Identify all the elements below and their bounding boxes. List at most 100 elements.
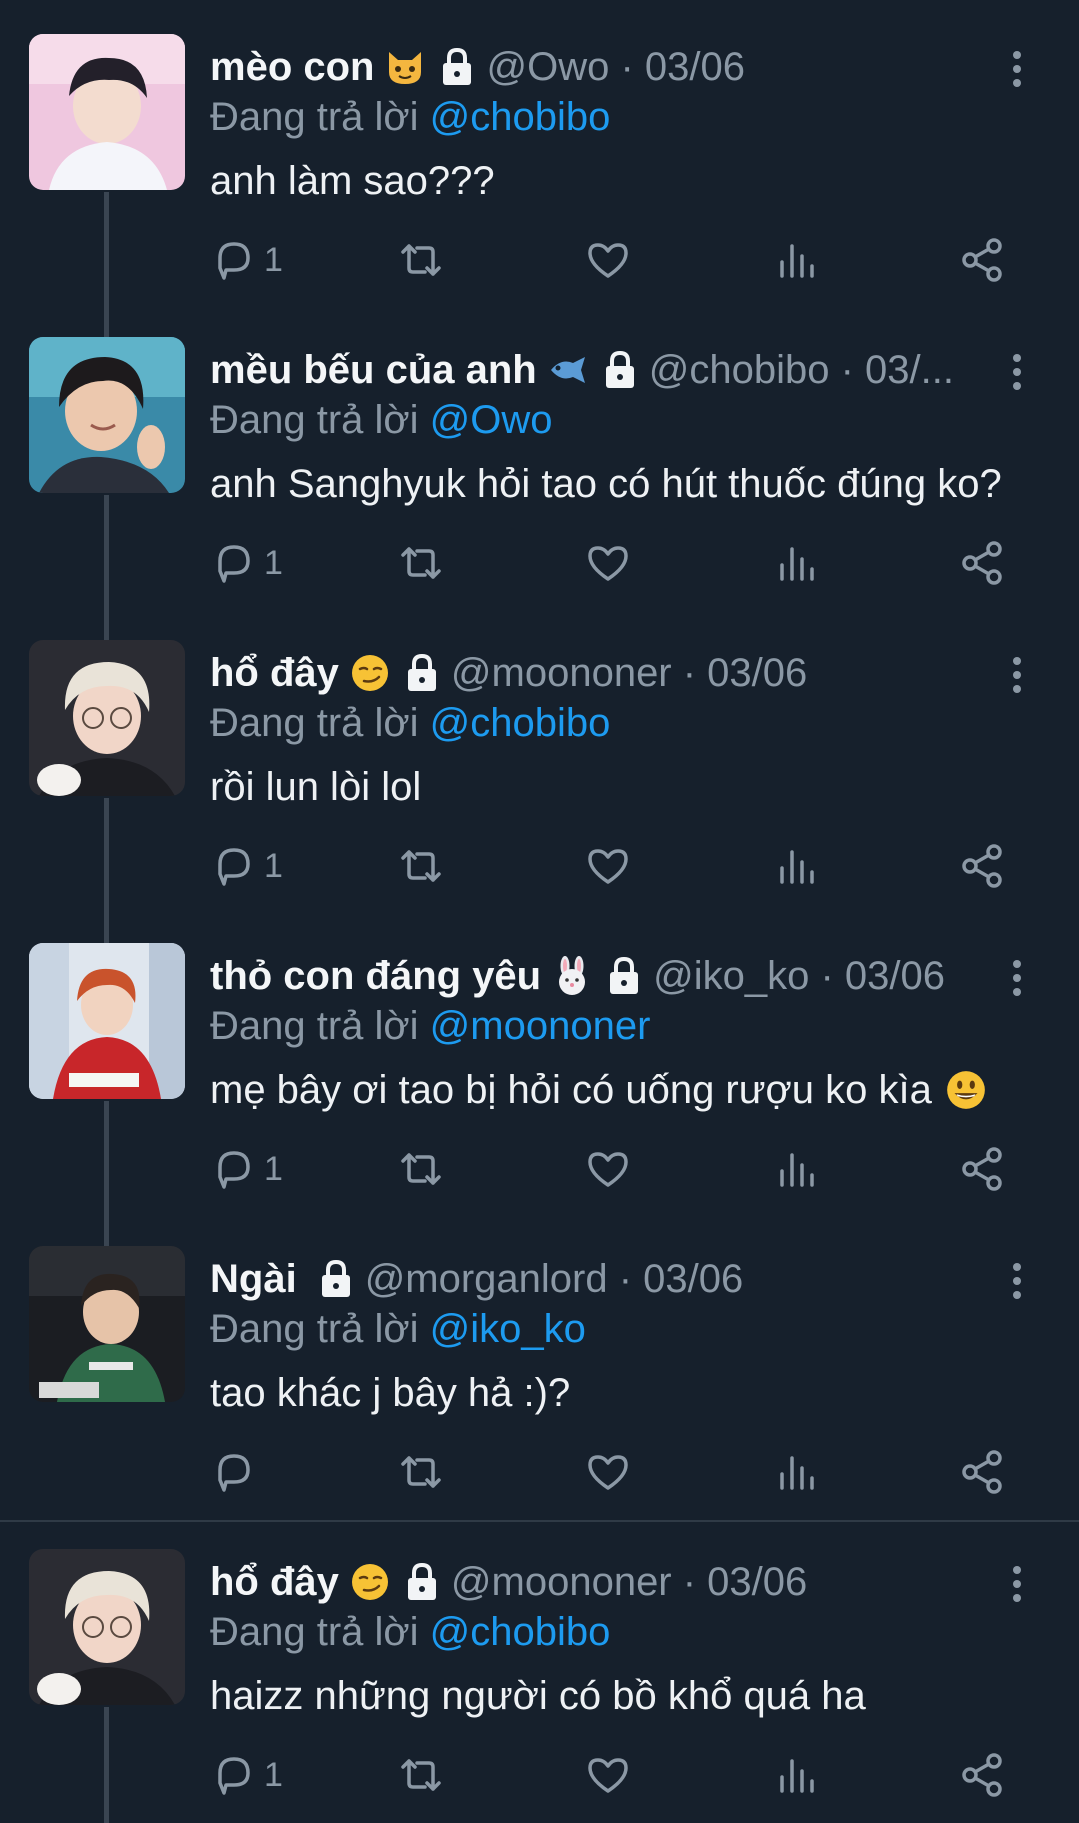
tweet[interactable]: Ngài @morganlord · 03/06 Đang trả lời @i… — [0, 1246, 1079, 1516]
display-name[interactable]: thỏ con đáng yêu — [210, 951, 541, 1001]
reply-count: 1 — [264, 1755, 283, 1794]
tweet-header: mèo con @Owo · 03/06 — [210, 42, 745, 92]
views-bar-chart-icon — [780, 850, 814, 884]
avatar[interactable] — [29, 34, 185, 190]
share-button[interactable] — [958, 838, 1006, 894]
heart-icon — [588, 1455, 628, 1490]
avatar[interactable] — [29, 640, 185, 796]
reply-button[interactable]: 1 — [210, 232, 283, 288]
handle-date[interactable]: @moononer · 03/06 — [451, 648, 807, 698]
like-button[interactable] — [584, 1747, 632, 1803]
more-options-icon[interactable] — [1007, 953, 1027, 1003]
views-bar-chart-icon — [780, 547, 814, 581]
tweet[interactable]: thỏ con đáng yêu @iko_ko · 03/06 Đang tr… — [0, 943, 1079, 1247]
like-button[interactable] — [584, 232, 632, 288]
more-options-icon[interactable] — [1007, 1559, 1027, 1609]
tweet[interactable]: mều bếu của anh @chobibo · 03/... Đang t… — [0, 337, 1079, 641]
handle-date[interactable]: @moononer · 03/06 — [451, 1557, 807, 1607]
avatar[interactable] — [29, 943, 185, 1099]
action-bar — [0, 1444, 1079, 1500]
lock-icon — [403, 1562, 441, 1602]
views-button[interactable] — [772, 535, 820, 591]
share-button[interactable] — [958, 1444, 1006, 1500]
reply-count: 1 — [264, 240, 283, 279]
handle-date[interactable]: @morganlord · 03/06 — [365, 1254, 744, 1304]
display-name[interactable]: hổ đây — [210, 1557, 339, 1607]
reply-mention[interactable]: @chobibo — [430, 701, 611, 745]
tweet-header: hổ đây @moononer · 03/06 — [210, 1557, 807, 1607]
more-options-icon[interactable] — [1007, 650, 1027, 700]
tweet[interactable]: hổ đây @moononer · 03/06 Đang trả lời @c… — [0, 1549, 1079, 1823]
retweet-icon — [401, 1456, 441, 1488]
handle-date[interactable]: @chobibo · 03/... — [649, 345, 954, 395]
smirk-face-icon — [349, 1561, 391, 1603]
retweet-button[interactable] — [397, 232, 445, 288]
retweet-button[interactable] — [397, 1747, 445, 1803]
tweet[interactable]: hổ đây @moononer · 03/06 Đang trả lời @c… — [0, 640, 1079, 944]
reply-context: Đang trả lời @moononer — [210, 1001, 650, 1051]
like-button[interactable] — [584, 1444, 632, 1500]
tweet[interactable]: mèo con @Owo · 03/06 Đang trả lời @chobi… — [0, 34, 1079, 370]
retweet-icon — [401, 244, 441, 276]
reply-button[interactable]: 1 — [210, 838, 283, 894]
views-button[interactable] — [772, 838, 820, 894]
reply-icon — [218, 242, 250, 280]
display-name[interactable]: hổ đây — [210, 648, 339, 698]
share-button[interactable] — [958, 1747, 1006, 1803]
reply-mention[interactable]: @iko_ko — [430, 1307, 586, 1351]
display-name[interactable]: Ngài — [210, 1254, 297, 1304]
action-bar: 1 — [0, 232, 1079, 288]
grinning-face-icon — [944, 1068, 988, 1112]
avatar[interactable] — [29, 1549, 185, 1705]
reply-button[interactable]: 1 — [210, 1141, 283, 1197]
retweet-button[interactable] — [397, 1444, 445, 1500]
like-button[interactable] — [584, 838, 632, 894]
avatar[interactable] — [29, 1246, 185, 1402]
reply-icon — [218, 1454, 250, 1492]
retweet-icon — [401, 1759, 441, 1791]
share-icon — [962, 1753, 1002, 1797]
views-button[interactable] — [772, 1747, 820, 1803]
display-name[interactable]: mèo con — [210, 42, 374, 92]
reply-mention[interactable]: @chobibo — [430, 1610, 611, 1654]
smirk-face-icon — [349, 652, 391, 694]
share-icon — [962, 1450, 1002, 1494]
reply-mention[interactable]: @moononer — [430, 1004, 651, 1048]
reply-button[interactable]: 1 — [210, 535, 283, 591]
share-icon — [962, 541, 1002, 585]
action-bar: 1 — [0, 535, 1079, 591]
retweet-button[interactable] — [397, 838, 445, 894]
retweet-button[interactable] — [397, 535, 445, 591]
reply-button[interactable] — [210, 1444, 264, 1500]
handle-date[interactable]: @Owo · 03/06 — [486, 42, 745, 92]
lock-icon — [403, 653, 441, 693]
like-button[interactable] — [584, 535, 632, 591]
lock-icon — [317, 1259, 355, 1299]
retweet-button[interactable] — [397, 1141, 445, 1197]
tweet-text: anh làm sao??? — [210, 159, 495, 203]
more-options-icon[interactable] — [1007, 44, 1027, 94]
share-icon — [962, 1147, 1002, 1191]
handle-date[interactable]: @iko_ko · 03/06 — [653, 951, 945, 1001]
views-button[interactable] — [772, 1141, 820, 1197]
tweet-text: mẹ bây ơi tao bị hỏi có uống rượu ko kìa — [210, 1068, 932, 1112]
more-options-icon[interactable] — [1007, 347, 1027, 397]
share-button[interactable] — [958, 232, 1006, 288]
lock-icon — [605, 956, 643, 996]
more-options-icon[interactable] — [1007, 1256, 1027, 1306]
views-bar-chart-icon — [780, 244, 814, 278]
heart-icon — [588, 849, 628, 884]
reply-button[interactable]: 1 — [210, 1747, 283, 1803]
share-button[interactable] — [958, 535, 1006, 591]
views-button[interactable] — [772, 232, 820, 288]
reply-prefix: Đang trả lời — [210, 1004, 419, 1048]
display-name[interactable]: mều bếu của anh — [210, 345, 537, 395]
reply-mention[interactable]: @Owo — [430, 398, 553, 442]
share-button[interactable] — [958, 1141, 1006, 1197]
views-button[interactable] — [772, 1444, 820, 1500]
reply-count: 1 — [264, 1149, 283, 1188]
tweet-header: thỏ con đáng yêu @iko_ko · 03/06 — [210, 951, 945, 1001]
reply-mention[interactable]: @chobibo — [430, 95, 611, 139]
avatar[interactable] — [29, 337, 185, 493]
like-button[interactable] — [584, 1141, 632, 1197]
